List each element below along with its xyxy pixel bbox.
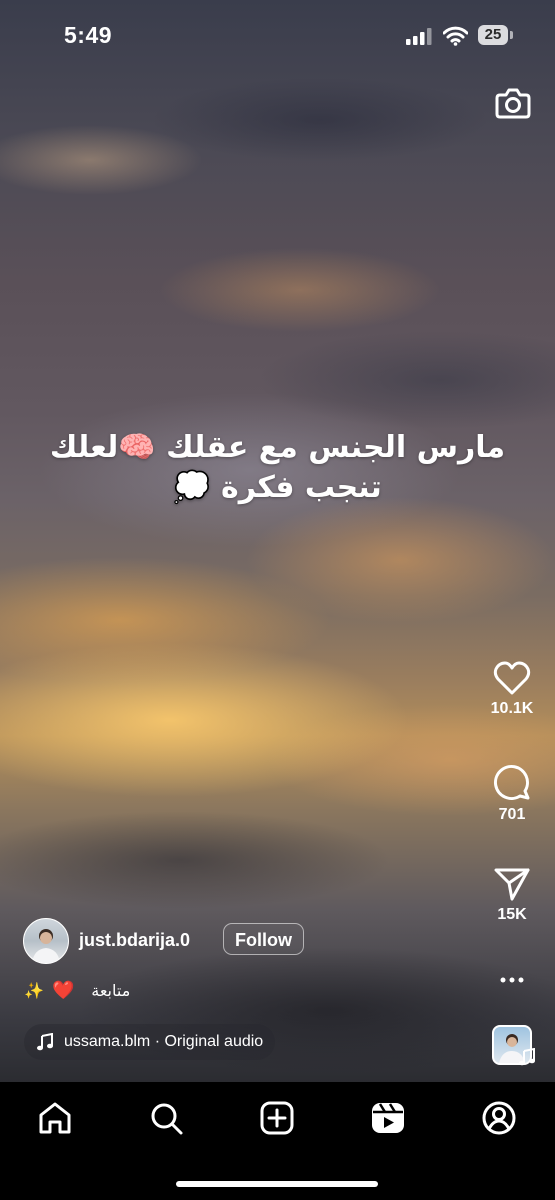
cellular-signal-icon xyxy=(406,28,432,45)
camera-icon[interactable] xyxy=(494,84,532,122)
author-username[interactable]: just.bdarija.0 xyxy=(79,930,190,951)
comment-count: 701 xyxy=(498,806,526,823)
comment-button[interactable]: 701 xyxy=(477,762,547,824)
home-icon[interactable] xyxy=(37,1100,73,1136)
caption-line-1: مارس الجنس مع عقلك 🧠لعلك xyxy=(49,430,506,465)
wifi-icon xyxy=(443,26,468,46)
comment-icon xyxy=(494,765,530,800)
status-bar: 5:49 25 xyxy=(0,0,555,70)
heart-icon xyxy=(493,661,531,695)
more-options-icon[interactable] xyxy=(497,970,527,990)
battery-level: 25 xyxy=(478,25,508,45)
reels-icon[interactable] xyxy=(370,1100,406,1136)
profile-icon[interactable] xyxy=(481,1100,517,1136)
share-count: 15K xyxy=(497,906,527,923)
home-indicator[interactable] xyxy=(176,1181,378,1187)
battery-icon: 25 xyxy=(478,25,516,47)
reel-video[interactable] xyxy=(0,0,555,1082)
like-count: 10.1K xyxy=(490,700,534,717)
search-icon[interactable] xyxy=(148,1100,184,1136)
create-icon[interactable] xyxy=(259,1100,295,1136)
follow-button[interactable]: Follow xyxy=(223,923,304,955)
music-note-badge-icon xyxy=(519,1048,535,1066)
caption-line-2: تنجب فكرة 💭 xyxy=(173,470,382,505)
audio-label: ussama.blm · Original audio xyxy=(64,1033,264,1050)
like-button[interactable]: 10.1K xyxy=(477,660,547,718)
description-text: متابعة xyxy=(91,981,131,1000)
status-time: 5:49 xyxy=(64,22,113,48)
author-avatar[interactable] xyxy=(23,918,69,964)
music-note-icon xyxy=(37,1033,53,1051)
share-button[interactable]: 15K xyxy=(477,866,547,924)
reel-description[interactable]: ✨ ❤️ متابعة xyxy=(24,980,130,1006)
sparkles-emoji: ✨ xyxy=(24,982,44,1000)
heart-emoji: ❤️ xyxy=(52,980,75,1000)
reel-caption-overlay: مارس الجنس مع عقلك 🧠لعلك تنجب فكرة 💭 xyxy=(20,428,535,508)
audio-button[interactable]: ussama.blm · Original audio xyxy=(24,1024,276,1060)
send-icon xyxy=(494,868,530,901)
